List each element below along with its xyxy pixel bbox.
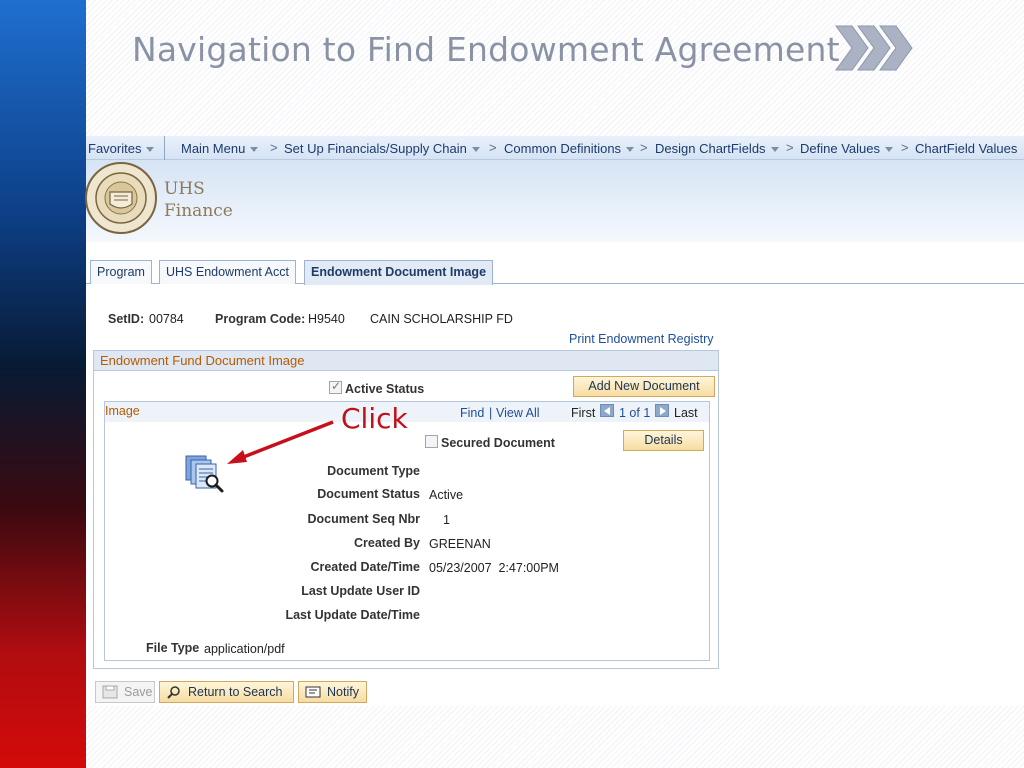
return-to-search-button[interactable]: Return to Search <box>159 681 294 703</box>
file-type-label: File Type <box>146 641 200 655</box>
chevron-down-icon <box>770 147 779 153</box>
chevrons-icon <box>835 25 913 71</box>
active-status-label: Active Status <box>345 382 425 396</box>
return-to-search-label: Return to Search <box>188 685 283 699</box>
notify-icon <box>305 686 321 698</box>
favorites-label: Favorites <box>88 141 142 156</box>
logo-line-finance: Finance <box>164 201 233 221</box>
notify-label: Notify <box>327 685 359 699</box>
document-seq-nbr-value: 1 <box>443 513 450 527</box>
search-icon <box>167 686 180 699</box>
chevron-down-icon <box>471 147 480 153</box>
breadcrumb-common-definitions[interactable]: Common Definitions <box>504 141 635 156</box>
slide-title: Navigation to Find Endowment Agreement <box>132 30 840 69</box>
created-by-label: Created By <box>354 536 420 550</box>
breadcrumb-label: ChartField Values <box>915 141 1018 156</box>
document-status-label: Document Status <box>317 487 420 501</box>
chevron-down-icon <box>146 147 155 153</box>
chevron-right-icon: > <box>270 140 278 155</box>
document-status-value: Active <box>429 488 464 502</box>
details-button[interactable]: Details <box>623 430 704 451</box>
last-update-user-label: Last Update User ID <box>301 584 420 598</box>
page-tabs: Program UHS Endowment Acct Endowment Doc… <box>86 260 1024 285</box>
breadcrumb-design-chartfields[interactable]: Design ChartFields <box>655 141 779 156</box>
program-code-value: H9540 <box>308 312 345 326</box>
image-grid: Image Find | View All First 1 of 1 Last <box>104 401 710 661</box>
main-menu[interactable]: Main Menu <box>181 141 259 156</box>
created-datetime-value: 05/23/2007 2:47:00PM <box>429 561 559 575</box>
document-type-label: Document Type <box>327 464 420 478</box>
breadcrumb-chartfield-values[interactable]: ChartField Values <box>915 141 1017 156</box>
uhs-finance-logo: UHS Finance <box>164 178 233 222</box>
endowment-fund-document-image-section: Endowment Fund Document Image Active Sta… <box>93 350 719 669</box>
university-seal-logo <box>85 162 157 234</box>
notify-button[interactable]: Notify <box>298 681 367 703</box>
link-separator: | <box>489 406 493 420</box>
arrow-right-icon <box>660 407 666 415</box>
chevron-down-icon <box>626 147 635 153</box>
first-label: First <box>571 406 596 420</box>
document-seq-nbr-label: Document Seq Nbr <box>307 512 420 526</box>
setid-label: SetID: <box>108 312 145 326</box>
last-label: Last <box>674 406 698 420</box>
annotation-arrow <box>227 420 334 464</box>
peoplesoft-page: Favorites Main Menu > Set Up Financials/… <box>85 136 1024 706</box>
view-document-icon[interactable] <box>184 454 226 494</box>
navigation-bar: Favorites Main Menu > Set Up Financials/… <box>86 136 1024 160</box>
image-title: Image <box>105 404 140 418</box>
program-description: CAIN SCHOLARSHIP FD <box>370 312 513 326</box>
save-label: Save <box>124 685 153 699</box>
print-endowment-registry-link[interactable]: Print Endowment Registry <box>569 332 714 346</box>
chevron-right-icon: > <box>901 140 909 155</box>
chevron-right-icon: > <box>786 140 794 155</box>
view-all-link[interactable]: View All <box>496 406 540 420</box>
breadcrumb-label: Common Definitions <box>504 141 622 156</box>
slide-side-bar <box>0 0 86 768</box>
header-banner: UHS Finance <box>85 160 1024 242</box>
secured-document-checkbox[interactable] <box>425 435 438 448</box>
breadcrumb-label: Design ChartFields <box>655 141 766 156</box>
find-link[interactable]: Find <box>460 406 484 420</box>
last-update-datetime-label: Last Update Date/Time <box>285 608 420 622</box>
breadcrumb-label: Set Up Financials/Supply Chain <box>284 141 467 156</box>
add-new-document-button[interactable]: Add New Document <box>573 376 715 397</box>
created-datetime-label: Created Date/Time <box>310 560 420 574</box>
chevron-right-icon: > <box>489 140 497 155</box>
tab-program[interactable]: Program <box>90 260 152 284</box>
tab-uhs-endowment-acct[interactable]: UHS Endowment Acct <box>159 260 296 284</box>
previous-row-button[interactable] <box>600 404 614 417</box>
save-button[interactable]: Save <box>95 681 155 703</box>
chevron-down-icon <box>250 147 259 153</box>
nav-separator <box>164 136 165 160</box>
click-annotation: Click <box>341 402 408 435</box>
chevron-down-icon <box>884 147 893 153</box>
file-type-value: application/pdf <box>204 642 285 656</box>
logo-line-uhs: UHS <box>164 179 205 199</box>
secured-document-label: Secured Document <box>441 436 555 450</box>
tab-endowment-document-image[interactable]: Endowment Document Image <box>304 260 494 285</box>
arrow-left-icon <box>604 407 610 415</box>
main-menu-label: Main Menu <box>181 141 246 156</box>
created-by-value: GREENAN <box>429 537 491 551</box>
chevron-right-icon: > <box>640 140 648 155</box>
setid-value: 00784 <box>149 312 184 326</box>
active-status-checkbox[interactable] <box>329 379 342 394</box>
section-title: Endowment Fund Document Image <box>94 351 718 371</box>
favorites-menu[interactable]: Favorites <box>88 141 155 156</box>
next-row-button[interactable] <box>655 404 669 417</box>
breadcrumb-define-values[interactable]: Define Values <box>800 141 893 156</box>
program-code-label: Program Code: <box>215 312 306 326</box>
breadcrumb-label: Define Values <box>800 141 880 156</box>
save-icon <box>102 685 118 699</box>
breadcrumb-setup-financials[interactable]: Set Up Financials/Supply Chain <box>284 141 480 156</box>
row-counter: 1 of 1 <box>619 406 651 420</box>
